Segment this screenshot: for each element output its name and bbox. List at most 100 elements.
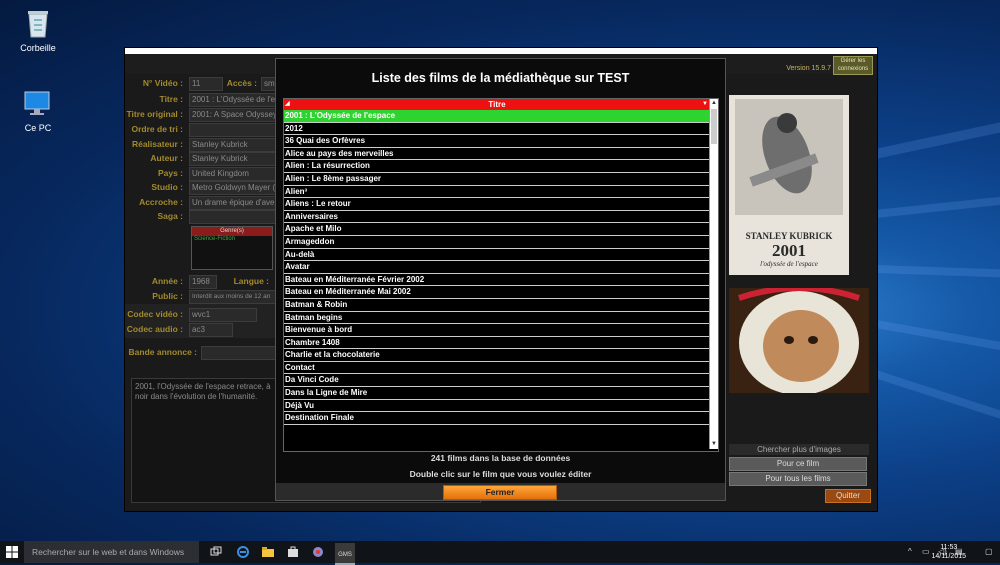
sort-arrow-icon[interactable]: ▼ — [702, 99, 708, 110]
task-view-icon[interactable] — [210, 546, 222, 558]
saga-label: Saga : — [157, 211, 183, 221]
film-row[interactable]: Bienvenue à bord — [284, 324, 710, 337]
bande-annonce-label: Bande annonce : — [128, 347, 197, 357]
auteur-label: Auteur : — [150, 153, 183, 163]
scroll-up-icon[interactable]: ▲ — [710, 99, 718, 108]
film-row[interactable]: Bateau en Méditerranée Mai 2002 — [284, 286, 710, 299]
film-listbox[interactable]: ◢ Titre ▼ 2001 : L'Odyssée de l'espace 20… — [283, 98, 719, 452]
film-row[interactable]: Déjà Vu — [284, 400, 710, 413]
codec-audio-label: Codec audio : — [126, 324, 183, 334]
poster-title-number: 2001 — [772, 241, 806, 260]
film-row[interactable]: Destination Finale — [284, 412, 710, 425]
tray-chevron-icon[interactable]: ^ — [908, 541, 912, 563]
auteur-field[interactable]: Stanley Kubrick — [189, 152, 279, 166]
film-row[interactable]: Da Vinci Code — [284, 374, 710, 388]
film-row[interactable]: Aliens : Le retour — [284, 198, 710, 211]
film-row[interactable]: Batman begins — [284, 312, 710, 325]
quit-button[interactable]: Quitter — [825, 489, 871, 503]
desktop-light-beam — [874, 320, 1000, 353]
taskbar-search-box[interactable]: Rechercher sur le web et dans Windows — [24, 541, 199, 563]
titre-label: Titre : — [159, 94, 183, 104]
ordre-tri-label: Ordre de tri : — [131, 124, 183, 134]
titre-original-label: Titre original : — [126, 109, 183, 119]
close-button[interactable]: Fermer — [443, 485, 557, 500]
images-all-films-button[interactable]: Pour tous les films — [729, 472, 867, 486]
more-images-header: Chercher plus d'images — [729, 444, 869, 455]
movie-still-image[interactable] — [729, 288, 869, 393]
taskbar-clock[interactable]: 11:53 14/11/2015 — [931, 543, 966, 561]
langue-label: Langue : — [233, 276, 269, 286]
codec-video-field[interactable]: wvc1 — [189, 308, 257, 322]
pays-label: Pays : — [157, 168, 183, 178]
genres-list[interactable]: Genre(s) Science-Fiction — [191, 226, 273, 270]
film-row[interactable]: Alice au pays des merveilles — [284, 148, 710, 161]
annee-label: Année : — [151, 276, 183, 286]
scroll-thumb[interactable] — [711, 109, 717, 144]
desktop-light-beam — [870, 120, 1000, 160]
codec-video-label: Codec vidéo : — [127, 309, 183, 319]
desktop-icon-this-pc[interactable]: Ce PC — [8, 86, 68, 133]
film-row[interactable]: 2001 : L'Odyssée de l'espace — [284, 110, 710, 123]
movie-poster[interactable]: STANLEY KUBRICK 2001 l'odyssée de l'espa… — [729, 95, 849, 275]
film-row[interactable]: Alien : La résurrection — [284, 160, 710, 173]
public-field[interactable]: Interdit aux moins de 12 an — [189, 290, 279, 304]
film-row[interactable]: Armageddon — [284, 236, 710, 249]
notifications-icon[interactable]: ▢ — [985, 541, 993, 563]
desktop-icon-label: Corbeille — [20, 43, 56, 53]
manage-connections-button[interactable]: Gérer les connexions — [833, 56, 873, 75]
desktop-light-beam — [873, 370, 1000, 421]
tray-network-icon[interactable]: ▭ — [922, 541, 930, 563]
images-this-film-button[interactable]: Pour ce film — [729, 457, 867, 471]
desktop-icon-recycle-bin[interactable]: Corbeille — [8, 6, 68, 53]
film-list-dialog: Liste des films de la médiathèque sur TE… — [275, 58, 726, 501]
genres-header: Genre(s) — [192, 227, 272, 236]
scroll-down-icon[interactable]: ▼ — [710, 440, 718, 449]
desktop-light-beam — [875, 265, 1000, 278]
genre-item[interactable]: Science-Fiction — [192, 236, 272, 242]
windows-start-icon[interactable] — [6, 546, 18, 558]
saga-field[interactable] — [189, 210, 279, 224]
desktop-light-beam — [875, 195, 1000, 218]
edge-browser-icon[interactable] — [237, 546, 249, 558]
titre-field[interactable]: 2001 : L'Odyssée de l'e — [189, 93, 279, 107]
header-corner-icon: ◢ — [285, 101, 290, 107]
film-row[interactable]: Au-delà — [284, 249, 710, 262]
film-row[interactable]: Charlie et la chocolaterie — [284, 349, 710, 362]
film-row[interactable]: Batman & Robin — [284, 299, 710, 312]
film-count-text: 241 films dans la base de données — [430, 453, 571, 463]
film-row[interactable]: Chambre 1408 — [284, 337, 710, 350]
taskbar: Rechercher sur le web et dans Windows GM… — [0, 541, 1000, 565]
studio-field[interactable]: Metro Goldwyn Mayer ( — [189, 181, 279, 195]
pays-field[interactable]: United Kingdom — [189, 167, 279, 181]
poster-director: STANLEY KUBRICK — [745, 231, 833, 241]
ordre-tri-field[interactable] — [189, 123, 279, 137]
bande-annonce-field[interactable] — [201, 346, 279, 360]
double-click-hint: Double clic sur le film que vous voulez … — [409, 469, 592, 479]
still-image — [729, 288, 869, 393]
file-explorer-icon[interactable] — [262, 546, 274, 558]
vertical-scrollbar[interactable]: ▲ ▼ — [709, 99, 718, 449]
store-icon[interactable] — [287, 546, 299, 558]
film-row[interactable]: Alien³ — [284, 186, 710, 199]
realisateur-field[interactable]: Stanley Kubrick — [189, 138, 279, 152]
film-row[interactable]: Bateau en Méditerranée Février 2002 — [284, 274, 710, 287]
film-row[interactable]: Alien : Le 8ème passager — [284, 173, 710, 186]
gms-app-taskbar-icon[interactable]: GMS — [335, 543, 355, 565]
accroche-label: Accroche : — [139, 197, 183, 207]
film-row[interactable]: 2012 — [284, 123, 710, 136]
clock-time: 11:53 — [940, 544, 958, 551]
computer-icon — [21, 86, 55, 120]
film-row[interactable]: Dans la Ligne de Mire — [284, 387, 710, 400]
codec-audio-field[interactable]: ac3 — [189, 323, 233, 337]
film-row[interactable]: Contact — [284, 362, 710, 375]
accroche-field[interactable]: Un drame épique d'ave — [189, 196, 279, 210]
film-row[interactable]: 36 Quai des Orfèvres — [284, 135, 710, 148]
column-header-titre[interactable]: ◢ Titre ▼ — [284, 99, 710, 110]
film-row[interactable]: Avatar — [284, 261, 710, 274]
n-video-label: N° Vidéo : — [142, 78, 183, 88]
app-pinned-icon[interactable] — [312, 546, 324, 558]
titre-original-field[interactable]: 2001: A Space Odyssey — [189, 108, 279, 122]
clock-date: 14/11/2015 — [931, 553, 966, 560]
film-row[interactable]: Apache et Milo — [284, 223, 710, 236]
film-row[interactable]: Anniversaires — [284, 211, 710, 224]
